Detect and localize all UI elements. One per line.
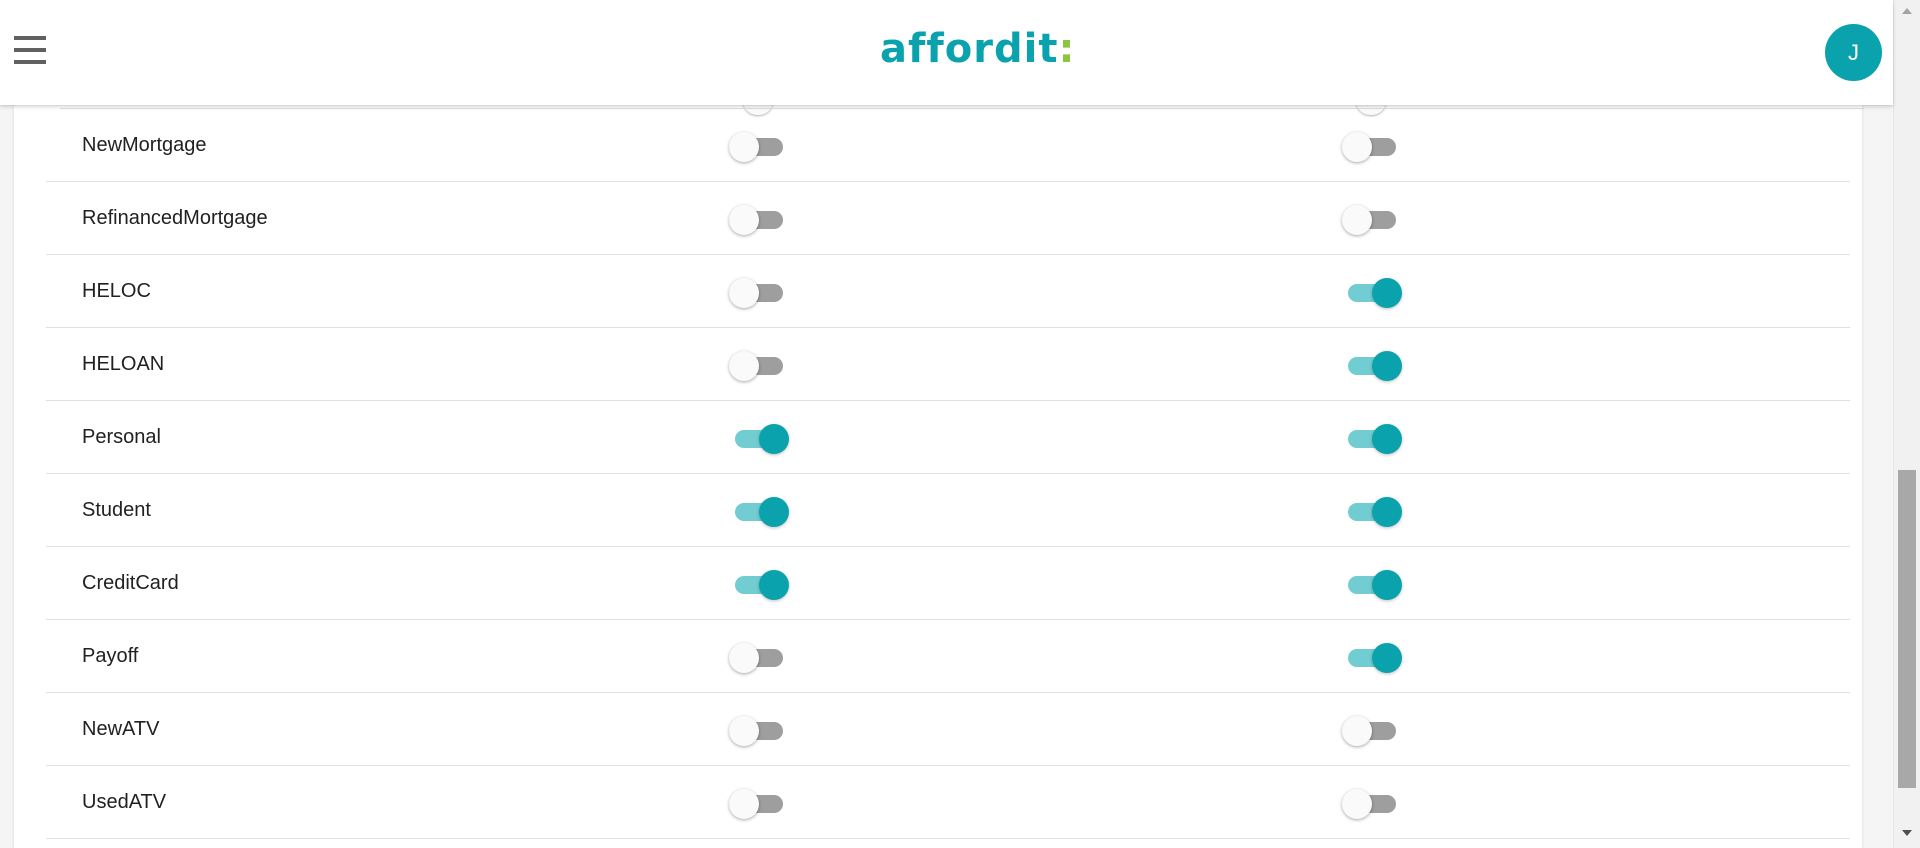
toggle-switch-col2[interactable] xyxy=(1342,131,1402,163)
switch-thumb xyxy=(729,132,759,162)
logo-text-main: afford xyxy=(880,26,1024,72)
table-row: Personal xyxy=(46,401,1850,474)
toggle-switch-col2[interactable] xyxy=(1342,642,1402,674)
table-row: HELOC xyxy=(46,255,1850,328)
row-label: CreditCard xyxy=(82,572,179,594)
toggle-switch-col1[interactable] xyxy=(729,423,789,455)
logo-text-i: i xyxy=(1023,26,1039,72)
scroll-down-arrow-icon[interactable] xyxy=(1902,830,1912,836)
switch-thumb xyxy=(729,351,759,381)
switch-thumb xyxy=(1372,351,1402,381)
loan-type-table: NewMortgage RefinancedMortgage HELOC HELOAN… xyxy=(46,109,1850,839)
switch-thumb xyxy=(729,643,759,673)
switch-thumb xyxy=(729,205,759,235)
switch-thumb xyxy=(1372,278,1402,308)
toggle-switch-col2[interactable] xyxy=(1342,350,1402,382)
app-bar: afford i t: J xyxy=(0,0,1893,105)
row-label: RefinancedMortgage xyxy=(82,207,268,229)
row-label: HELOC xyxy=(82,280,151,302)
vertical-scrollbar[interactable] xyxy=(1893,0,1920,848)
switch-thumb xyxy=(759,570,789,600)
switch-thumb xyxy=(1342,716,1372,746)
row-label: NewATV xyxy=(82,718,160,740)
toggle-switch-col1[interactable] xyxy=(729,496,789,528)
switch-thumb xyxy=(759,424,789,454)
table-row: Student xyxy=(46,474,1850,547)
row-label: UsedATV xyxy=(82,791,167,813)
toggle-switch-col1[interactable] xyxy=(729,715,789,747)
switch-thumb xyxy=(1372,570,1402,600)
toggle-switch-col2[interactable] xyxy=(1342,569,1402,601)
logo-text-end: t xyxy=(1038,26,1059,72)
logo-colon: : xyxy=(1058,26,1076,72)
switch-thumb xyxy=(1342,789,1372,819)
switch-thumb xyxy=(1372,497,1402,527)
table-row: NewATV xyxy=(46,693,1850,766)
main-content: NewMortgage RefinancedMortgage HELOC HELOAN… xyxy=(0,105,1893,848)
scroll-up-arrow-icon[interactable] xyxy=(1902,8,1912,14)
row-label: NewMortgage xyxy=(82,134,207,156)
toggle-switch-col1[interactable] xyxy=(729,642,789,674)
toggle-switch-col2[interactable] xyxy=(1342,423,1402,455)
switch-thumb xyxy=(729,716,759,746)
toggle-switch-col1[interactable] xyxy=(729,204,789,236)
toggle-switch-col2[interactable] xyxy=(1342,715,1402,747)
row-label: Personal xyxy=(82,426,161,448)
switch-thumb xyxy=(729,789,759,819)
switch-thumb xyxy=(1372,643,1402,673)
table-row: HELOAN xyxy=(46,328,1850,401)
toggle-switch-col1[interactable] xyxy=(729,131,789,163)
toggle-switch-col1[interactable] xyxy=(729,569,789,601)
toggle-switch-col2[interactable] xyxy=(1342,204,1402,236)
table-row: Payoff xyxy=(46,620,1850,693)
toggle-switch-col1[interactable] xyxy=(729,788,789,820)
switch-thumb xyxy=(759,497,789,527)
toggle-switch-col2[interactable] xyxy=(1342,788,1402,820)
affordit-logo[interactable]: afford i t: xyxy=(880,24,1075,74)
table-row: RefinancedMortgage xyxy=(46,182,1850,255)
row-label: HELOAN xyxy=(82,353,165,375)
toggle-switch-col1[interactable] xyxy=(729,350,789,382)
switch-thumb xyxy=(1342,132,1372,162)
table-row: CreditCard xyxy=(46,547,1850,620)
scrollbar-thumb[interactable] xyxy=(1898,470,1916,788)
table-row: NewMortgage xyxy=(46,109,1850,182)
settings-card: NewMortgage RefinancedMortgage HELOC HELOAN… xyxy=(14,105,1864,848)
table-row: UsedATV xyxy=(46,766,1850,839)
switch-thumb xyxy=(1342,205,1372,235)
row-label: Student xyxy=(82,499,151,521)
toggle-switch-col1[interactable] xyxy=(729,277,789,309)
row-label: Payoff xyxy=(82,645,139,667)
switch-thumb xyxy=(729,278,759,308)
user-avatar[interactable]: J xyxy=(1825,24,1882,81)
switch-thumb xyxy=(1372,424,1402,454)
toggle-switch-col2[interactable] xyxy=(1342,496,1402,528)
toggle-switch-col2[interactable] xyxy=(1342,277,1402,309)
hamburger-menu-icon[interactable] xyxy=(10,30,50,70)
